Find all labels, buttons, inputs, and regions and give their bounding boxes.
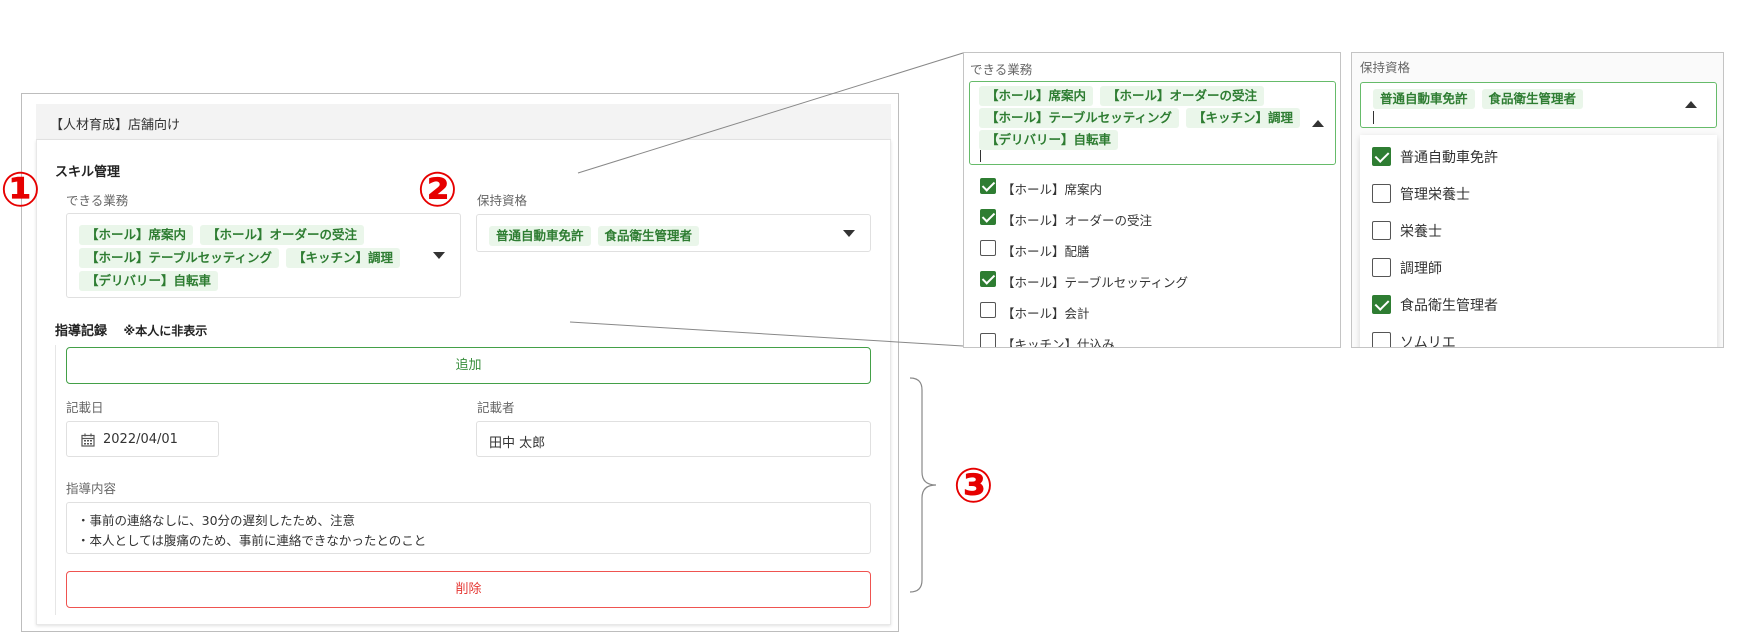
qualifications-options-list: 普通自動車免許 管理栄養士 栄養士 調理師 食品衛生管理者 ソムリエ	[1360, 135, 1717, 347]
checkbox-unchecked[interactable]	[980, 333, 996, 347]
checkbox-unchecked[interactable]	[1372, 258, 1391, 277]
duty-chip: 【ホール】席案内	[979, 86, 1094, 106]
checkbox-checked[interactable]	[1372, 147, 1391, 166]
checkbox-unchecked[interactable]	[1372, 184, 1391, 203]
checkbox-checked[interactable]	[980, 209, 996, 225]
checkbox-unchecked[interactable]	[980, 240, 996, 256]
zoom-duties-panel: できる業務 【ホール】席案内 【ホール】オーダーの受注 【ホール】テーブルセッティ…	[963, 52, 1341, 348]
zoom-qualifications-select[interactable]: 普通自動車免許 食品衛生管理者	[1360, 82, 1717, 128]
checkbox-checked[interactable]	[980, 178, 996, 194]
checkbox-checked[interactable]	[980, 271, 996, 287]
qualification-chip: 普通自動車免許	[1373, 89, 1475, 109]
checkbox-checked[interactable]	[1372, 295, 1391, 314]
text-cursor	[1373, 111, 1374, 124]
qualification-chip: 食品衛生管理者	[1481, 89, 1584, 109]
duty-chip: 【デリバリー】自転車	[979, 130, 1119, 150]
checkbox-unchecked[interactable]	[980, 302, 996, 318]
chevron-up-icon[interactable]	[1685, 101, 1697, 108]
zoom-qualifications-label: 保持資格	[1360, 60, 1411, 75]
text-cursor	[980, 150, 981, 162]
duty-chip: 【キッチン】調理	[1186, 108, 1301, 128]
checkbox-unchecked[interactable]	[1372, 332, 1391, 347]
zoom-qualifications-panel: 保持資格 普通自動車免許 食品衛生管理者 普通自動車免許 管理栄養士 栄養士 調理…	[1351, 52, 1724, 348]
duty-chip: 【ホール】オーダーの受注	[1100, 86, 1265, 106]
checkbox-unchecked[interactable]	[1372, 221, 1391, 240]
zoom-duties-select[interactable]: 【ホール】席案内 【ホール】オーダーの受注 【ホール】テーブルセッティング 【キッチ…	[969, 81, 1336, 165]
chevron-up-icon[interactable]	[1312, 120, 1324, 127]
zoom-duties-label: できる業務	[970, 62, 1033, 77]
duty-chip: 【ホール】テーブルセッティング	[979, 108, 1180, 128]
duties-options-list: 【ホール】席案内 【ホール】オーダーの受注 【ホール】配膳 【ホール】テーブルセ…	[964, 171, 1340, 347]
